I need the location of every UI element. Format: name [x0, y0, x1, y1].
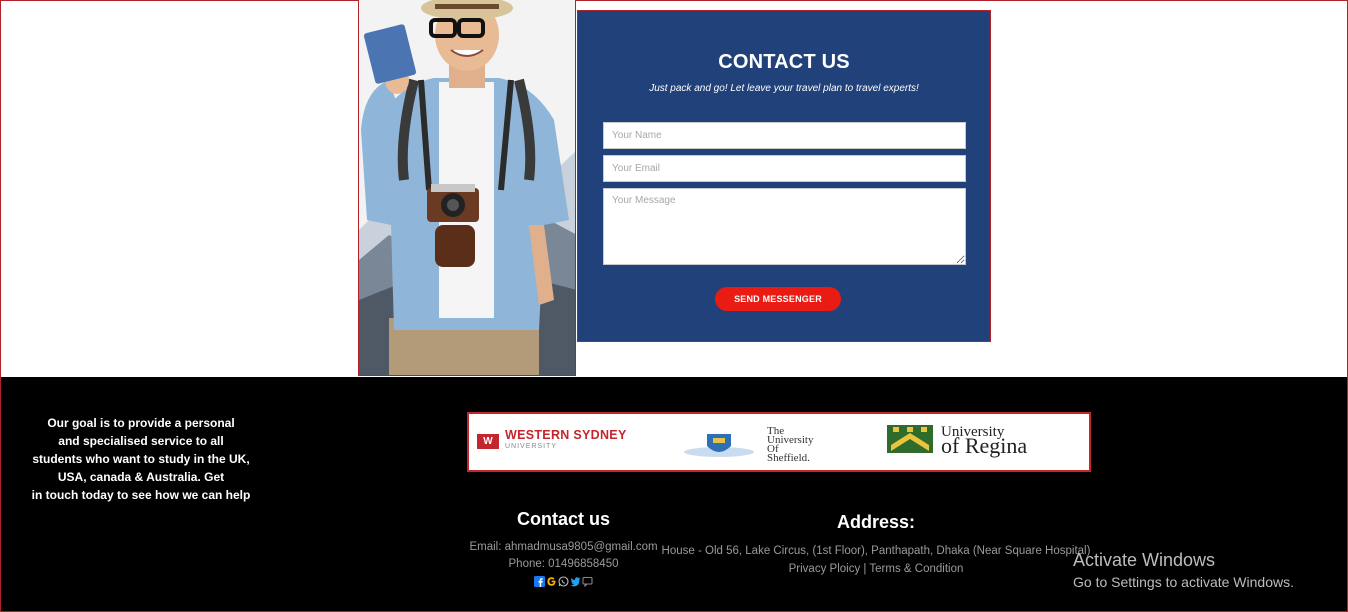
wsu-mark: W [477, 433, 499, 449]
regina-crest-icon [887, 425, 933, 453]
sheffield-logo: The University Of Sheffield. [683, 426, 813, 464]
western-sydney-logo: W WESTERN SYDNEY UNIVERSITY [477, 428, 627, 452]
regina-logo: University of Regina [887, 425, 1028, 458]
legal-links: Privacy Ploicy | Terms & Condition [656, 560, 1096, 578]
goal-line: and specialised service to all [58, 434, 224, 448]
goal-line: students who want to study in the UK, [32, 452, 250, 466]
privacy-policy-link[interactable]: Privacy Ploicy [789, 563, 861, 575]
send-message-button[interactable]: SEND MESSENGER [715, 287, 841, 311]
terms-condition-link[interactable]: Terms & Condition [869, 563, 963, 575]
address-heading: Address: [836, 512, 916, 532]
message-textarea[interactable] [603, 188, 966, 265]
activate-windows-title: Activate Windows [1073, 550, 1216, 570]
goal-statement: Our goal is to provide a personal and sp… [21, 414, 261, 504]
name-input[interactable] [603, 122, 966, 149]
footer-contact: Contact us Email: ahmadmusa9805@gmail.co… [461, 509, 666, 588]
sheffield-line: Sheffield. [767, 452, 810, 464]
google-icon[interactable] [546, 574, 557, 586]
sheffield-crest-icon [684, 434, 754, 457]
contact-title: CONTACT US [718, 51, 850, 73]
whatsapp-icon[interactable] [558, 574, 569, 587]
contact-email[interactable]: Email: ahmadmusa9805@gmail.com [461, 539, 666, 556]
address-text: House - Old 56, Lake Circus, (1st Floor)… [661, 545, 1091, 557]
facebook-icon[interactable] [534, 574, 545, 587]
twitter-icon[interactable] [570, 574, 581, 587]
contact-heading: Contact us [516, 509, 610, 529]
contact-phone: Phone: 01496858450 [508, 558, 619, 570]
link-separator: | [863, 563, 867, 575]
contact-form-panel: CONTACT US Just pack and go! Let leave y… [577, 10, 991, 342]
university-logos-banner: W WESTERN SYDNEY UNIVERSITY The Universi… [467, 412, 1091, 472]
email-input[interactable] [603, 155, 966, 182]
regina-line: of Regina [941, 433, 1028, 458]
social-links [461, 574, 666, 588]
chat-icon[interactable] [582, 574, 593, 588]
activate-windows-subtitle: Go to Settings to activate Windows. [1073, 574, 1294, 590]
goal-line: Our goal is to provide a personal [47, 416, 235, 430]
wsu-name: WESTERN SYDNEY [505, 428, 627, 442]
goal-line: in touch today to see how we can help [31, 488, 251, 502]
footer-address: Address: House - Old 56, Lake Circus, (1… [656, 512, 1096, 578]
contact-subtitle: Just pack and go! Let leave your travel … [649, 83, 919, 94]
traveler-image [358, 0, 576, 376]
goal-line: USA, canada & Australia. Get [57, 470, 225, 484]
activate-windows-watermark: Activate Windows Go to Settings to activ… [1073, 548, 1294, 592]
wsu-subname: UNIVERSITY [505, 443, 558, 450]
